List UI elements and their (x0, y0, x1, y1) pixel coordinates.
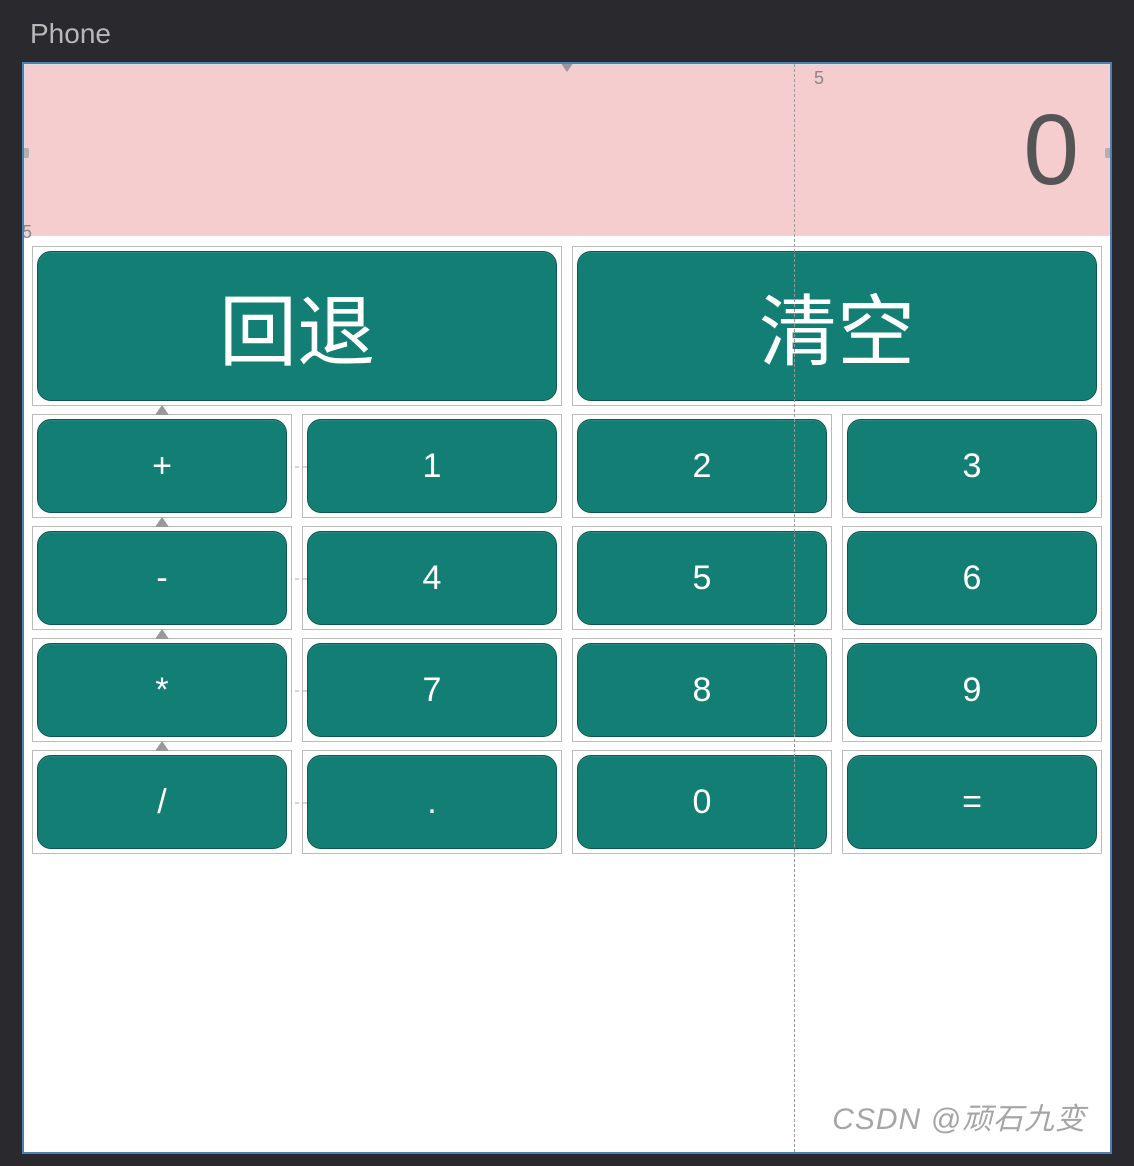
button-cell: 3 (842, 414, 1102, 518)
button-cell: = (842, 750, 1102, 854)
button-cell: 清空 (572, 246, 1102, 406)
button-cell: 1 (302, 414, 562, 518)
control-row: 回退 清空 (32, 242, 1102, 410)
keypad-row: / . 0 = (32, 746, 1102, 858)
digit-8-button[interactable]: 8 (577, 643, 827, 737)
button-cell: 4 (302, 526, 562, 630)
digit-7-button[interactable]: 7 (307, 643, 557, 737)
digit-5-button[interactable]: 5 (577, 531, 827, 625)
button-cell: - (32, 526, 292, 630)
digit-0-button[interactable]: 0 (577, 755, 827, 849)
divide-button[interactable]: / (37, 755, 287, 849)
button-cell: 回退 (32, 246, 562, 406)
digit-4-button[interactable]: 4 (307, 531, 557, 625)
button-cell: * (32, 638, 292, 742)
digit-9-button[interactable]: 9 (847, 643, 1097, 737)
keypad: 回退 清空 + 1 2 3 - (24, 236, 1110, 864)
button-cell: . (302, 750, 562, 854)
button-cell: 2 (572, 414, 832, 518)
button-cell: / (32, 750, 292, 854)
display-value: 0 (1023, 93, 1079, 208)
button-cell: 6 (842, 526, 1102, 630)
digit-3-button[interactable]: 3 (847, 419, 1097, 513)
phone-preview-frame: 5 5 0 回退 清空 + 1 2 (22, 62, 1112, 1154)
button-cell: + (32, 414, 292, 518)
digit-1-button[interactable]: 1 (307, 419, 557, 513)
equals-button[interactable]: = (847, 755, 1097, 849)
clear-button[interactable]: 清空 (577, 251, 1097, 401)
calculator-display: 0 (24, 64, 1110, 236)
keypad-row: - 4 5 6 (32, 522, 1102, 634)
window-title: Phone (0, 0, 1134, 68)
button-cell: 0 (572, 750, 832, 854)
digit-6-button[interactable]: 6 (847, 531, 1097, 625)
button-cell: 7 (302, 638, 562, 742)
keypad-row: + 1 2 3 (32, 410, 1102, 522)
minus-button[interactable]: - (37, 531, 287, 625)
multiply-button[interactable]: * (37, 643, 287, 737)
digit-2-button[interactable]: 2 (577, 419, 827, 513)
back-button[interactable]: 回退 (37, 251, 557, 401)
button-cell: 8 (572, 638, 832, 742)
button-cell: 9 (842, 638, 1102, 742)
plus-button[interactable]: + (37, 419, 287, 513)
watermark-text: CSDN @顽石九变 (832, 1094, 1086, 1138)
decimal-button[interactable]: . (307, 755, 557, 849)
keypad-row: * 7 8 9 (32, 634, 1102, 746)
button-cell: 5 (572, 526, 832, 630)
